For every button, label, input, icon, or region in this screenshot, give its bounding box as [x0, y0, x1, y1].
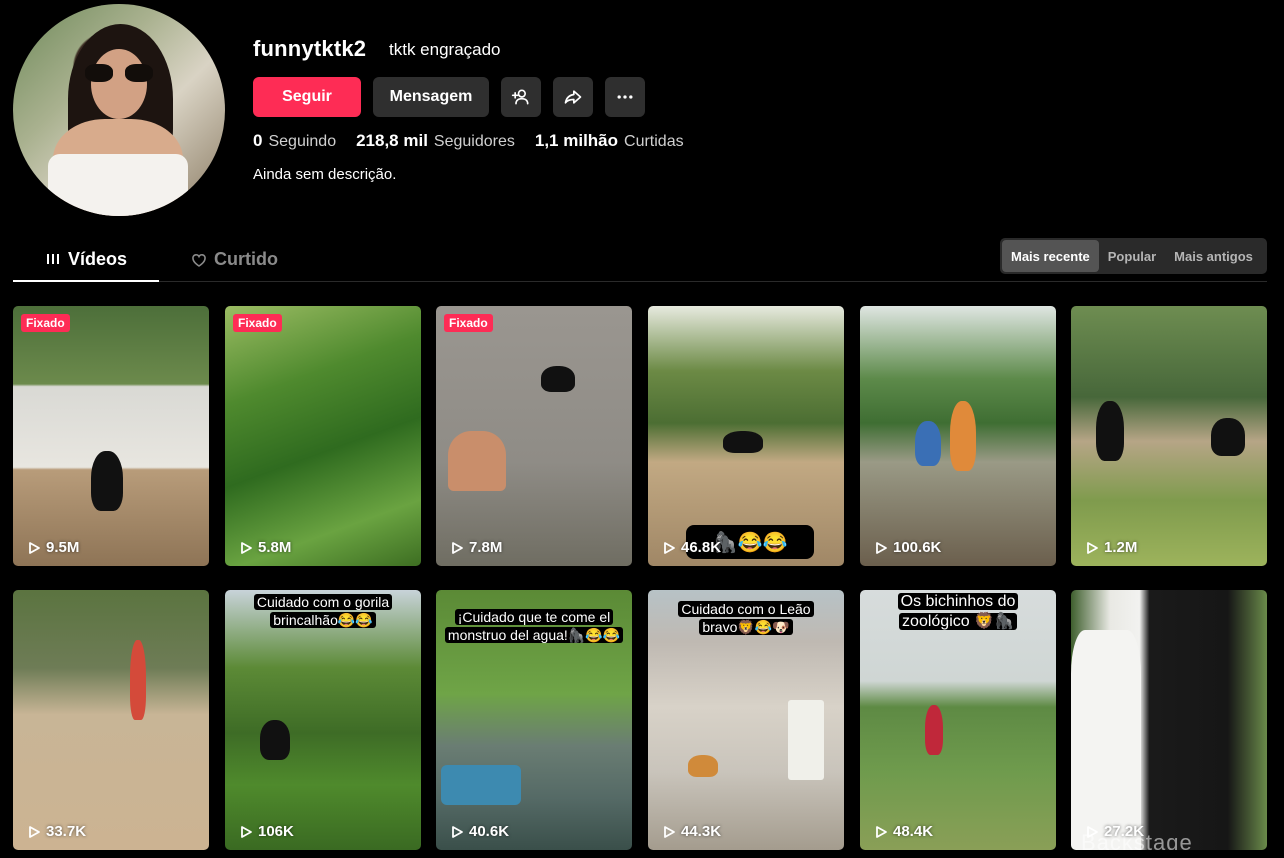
person-figure [915, 421, 941, 466]
play-icon [664, 825, 675, 838]
play-icon [1087, 541, 1098, 554]
tab-liked-label: Curtido [214, 249, 278, 269]
play-icon [876, 541, 887, 554]
pinned-badge: Fixado [233, 314, 282, 332]
boat-figure [441, 765, 521, 805]
video-card[interactable]: Backstage 27.2K [1071, 590, 1267, 850]
person-figure [130, 640, 146, 720]
person-figure [925, 705, 943, 755]
video-caption: Cuidado com o Leão bravo🦁😂🐶 [648, 600, 844, 636]
stat-followers-value: 218,8 mil [356, 131, 428, 150]
view-count: 27.2K [1085, 823, 1144, 840]
video-card[interactable]: ¡Cuidado que te come el monstruo del agu… [436, 590, 632, 850]
profile-username: funnytktk2 [253, 36, 367, 61]
tab-videos[interactable]: Vídeos [13, 238, 159, 282]
video-card[interactable]: Fixado 5.8M [225, 306, 421, 566]
message-button[interactable]: Mensagem [373, 77, 489, 117]
gorilla-figure [1211, 418, 1245, 456]
video-card[interactable]: Cuidado com o gorila brincalhão😂😂 106K [225, 590, 421, 850]
stat-following-value: 0 [253, 131, 263, 150]
play-icon [452, 825, 463, 838]
stat-likes-value: 1,1 milhão [534, 131, 619, 150]
dog-figure [688, 755, 718, 777]
tab-liked[interactable]: Curtido [191, 238, 278, 281]
video-card[interactable]: Fixado 9.5M [13, 306, 209, 566]
video-caption: ¡Cuidado que te come el monstruo del agu… [436, 608, 632, 644]
profile-stats: 0 Seguindo 218,8 mil Seguidores 1,1 milh… [253, 131, 704, 151]
wall-figure [788, 700, 824, 780]
play-icon [241, 825, 252, 838]
share-icon [564, 90, 582, 104]
tab-videos-label: Vídeos [67, 248, 128, 269]
suggest-account-button[interactable] [501, 77, 541, 117]
share-button[interactable] [553, 77, 593, 117]
pinned-badge: Fixado [21, 314, 70, 332]
sort-latest[interactable]: Mais recente [1002, 240, 1099, 272]
person-figure [1071, 630, 1141, 850]
video-card[interactable]: 🦍😂😂 46.8K [648, 306, 844, 566]
gorilla-figure [723, 431, 763, 453]
video-card[interactable]: 1.2M [1071, 306, 1267, 566]
play-icon [29, 541, 40, 554]
view-count: 5.8M [239, 539, 291, 556]
heart-lock-icon [192, 253, 206, 267]
video-card[interactable]: Cuidado com o Leão bravo🦁😂🐶 44.3K [648, 590, 844, 850]
profile-avatar [13, 4, 225, 216]
nun-figure [541, 366, 575, 392]
view-count: 46.8K [662, 539, 721, 556]
stat-followers[interactable]: 218,8 mil Seguidores [356, 131, 515, 151]
pinned-badge: Fixado [444, 314, 493, 332]
stat-following[interactable]: 0 Seguindo [253, 131, 336, 151]
stat-following-label: Seguindo [268, 133, 337, 150]
play-icon [29, 825, 40, 838]
view-count: 40.6K [450, 823, 509, 840]
follow-button[interactable]: Seguir [253, 77, 361, 117]
stat-likes: 1,1 milhão Curtidas [535, 131, 684, 151]
sort-popular[interactable]: Popular [1099, 240, 1165, 272]
view-count: 100.6K [874, 539, 941, 556]
stat-likes-label: Curtidas [624, 133, 684, 150]
video-card[interactable]: Fixado 7.8M [436, 306, 632, 566]
sort-selector: Mais recente Popular Mais antigos [1000, 238, 1267, 274]
view-count: 1.2M [1085, 539, 1137, 556]
play-icon [452, 541, 463, 554]
view-count: 9.5M [27, 539, 79, 556]
more-dots-icon [617, 95, 633, 99]
play-icon [241, 541, 252, 554]
add-friend-icon [511, 89, 529, 105]
view-count: 7.8M [450, 539, 502, 556]
view-count: 48.4K [874, 823, 933, 840]
more-options-button[interactable] [605, 77, 645, 117]
sort-oldest[interactable]: Mais antigos [1165, 240, 1262, 272]
play-icon [876, 825, 887, 838]
play-icon [664, 541, 675, 554]
view-count: 44.3K [662, 823, 721, 840]
view-count: 106K [239, 823, 294, 840]
gorilla-figure [260, 720, 290, 760]
grid-lines-icon [46, 254, 59, 264]
video-card[interactable]: Os bichinhos do zoológico 🦁🦍 48.4K [860, 590, 1056, 850]
profile-nickname: tktk engraçado [389, 40, 501, 59]
gorilla-figure [1096, 401, 1124, 461]
video-caption: Os bichinhos do zoológico 🦁🦍 [860, 592, 1056, 632]
play-icon [1087, 825, 1098, 838]
costume-figure [950, 401, 976, 471]
video-card[interactable]: 33.7K [13, 590, 209, 850]
stat-followers-label: Seguidores [433, 133, 515, 150]
video-caption: Cuidado com o gorila brincalhão😂😂 [225, 593, 421, 629]
view-count: 33.7K [27, 823, 86, 840]
profile-bio: Ainda sem descrição. [253, 166, 397, 183]
gorilla-figure [91, 451, 123, 511]
man-figure [448, 431, 506, 491]
video-card[interactable]: 100.6K [860, 306, 1056, 566]
